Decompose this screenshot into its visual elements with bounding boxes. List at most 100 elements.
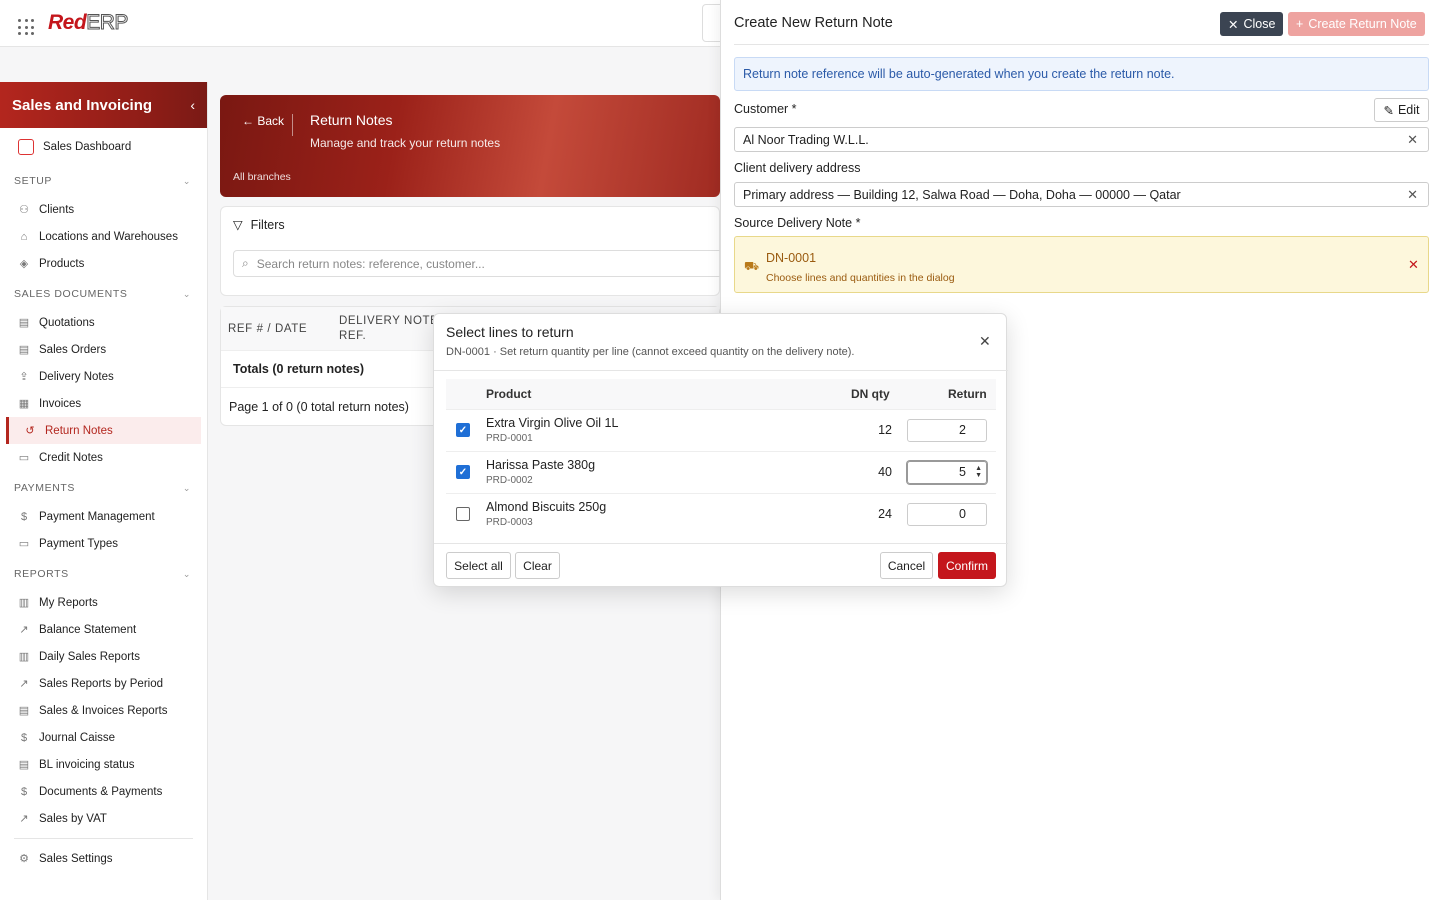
sidebar-item-label: Credit Notes	[39, 451, 103, 464]
search-input[interactable]: ⌕ Search return notes: reference, custome…	[233, 250, 723, 277]
confirm-button[interactable]: Confirm	[938, 552, 996, 579]
sidebar-item-label: Payment Types	[39, 537, 119, 550]
sidebar-item-payment-types[interactable]: ▭ Payment Types	[0, 530, 207, 557]
back-button[interactable]: ← Back	[242, 114, 294, 136]
select-lines-dialog: Select lines to return DN-0001 · Set ret…	[433, 313, 1008, 587]
sidebar-item-journal-caisse[interactable]: $ Journal Caisse	[0, 724, 207, 751]
sidebar-item-sales-by-vat[interactable]: ↗ Sales by VAT	[0, 805, 207, 832]
sidebar-section-sales-documents[interactable]: SALES DOCUMENTS ⌄	[0, 279, 207, 309]
delivery-note-code: DN-0001	[766, 251, 817, 265]
logo[interactable]: RedERP	[48, 11, 129, 35]
return-qty-input[interactable]: 0	[907, 503, 987, 526]
sidebar-item-label: Sales Dashboard	[43, 141, 132, 153]
table-row: ✓ Extra Virgin Olive Oil 1L PRD-0001 12 …	[446, 409, 996, 451]
sidebar-item-daily-sales-reports[interactable]: ▥ Daily Sales Reports	[0, 643, 207, 670]
sidebar-item-sales-dashboard[interactable]: Sales Dashboard	[0, 130, 207, 164]
select-all-button[interactable]: Select all	[446, 552, 511, 579]
sidebar-item-label: Invoices	[39, 397, 82, 410]
sidebar-item-quotations[interactable]: ▤ Quotations	[0, 309, 207, 336]
table-header: Product DN qty Return	[446, 379, 996, 409]
upload-icon: ⇪	[19, 371, 29, 383]
sidebar-section-reports[interactable]: REPORTS ⌄	[0, 559, 207, 589]
product-sku: PRD-0001	[486, 433, 533, 444]
dialog-subtitle: DN-0001 · Set return quantity per line (…	[446, 346, 855, 358]
line-checkbox[interactable]: ✓	[456, 465, 470, 479]
sidebar-section-setup[interactable]: SETUP ⌄	[0, 166, 207, 196]
apps-grid-icon[interactable]	[18, 19, 34, 35]
sidebar-item-return-notes[interactable]: ↺ Return Notes	[6, 417, 201, 444]
remove-delivery-note-icon[interactable]: ✕	[1408, 257, 1419, 273]
sidebar-item-label: Balance Statement	[39, 623, 137, 636]
sidebar-item-sales-settings[interactable]: ⚙ Sales Settings	[0, 845, 207, 872]
filters-label: Filters	[250, 217, 285, 232]
return-qty-input[interactable]: 2	[907, 419, 987, 442]
document-icon: ▤	[18, 317, 30, 329]
column-header-dn-qty: DN qty	[851, 387, 890, 401]
sidebar-item-sales-reports-by-period[interactable]: ↗ Sales Reports by Period	[0, 670, 207, 697]
logo-red: Red	[48, 11, 87, 34]
sidebar-item-bl-invoicing-status[interactable]: ▤ BL invoicing status	[0, 751, 207, 778]
filters-toggle[interactable]: ▽ Filters	[233, 217, 285, 233]
sidebar-item-documents-payments[interactable]: $ Documents & Payments	[0, 778, 207, 805]
sidebar-item-balance-statement[interactable]: ↗ Balance Statement	[0, 616, 207, 643]
section-label: SETUP	[14, 175, 53, 187]
sidebar-item-products[interactable]: ◈ Products	[0, 250, 207, 277]
sidebar-section-payments[interactable]: PAYMENTS ⌄	[0, 473, 207, 503]
trend-icon: ↗	[19, 813, 29, 825]
line-checkbox[interactable]	[456, 507, 470, 521]
column-header-return: Return	[948, 387, 987, 401]
document-icon: ▤	[18, 759, 30, 771]
clear-address-icon[interactable]: ✕	[1407, 187, 1418, 203]
sidebar-item-my-reports[interactable]: ▥ My Reports	[0, 589, 207, 616]
clear-button[interactable]: Clear	[515, 552, 560, 579]
truck-icon: ⛟	[744, 259, 760, 273]
source-delivery-note-label: Source Delivery Note *	[734, 216, 861, 230]
dn-qty: 24	[878, 507, 892, 521]
bar-chart-icon: ▥	[18, 597, 30, 609]
sidebar-item-payment-management[interactable]: $ Payment Management	[0, 503, 207, 530]
edit-customer-button[interactable]: ✎ Edit	[1374, 98, 1429, 122]
source-delivery-note-card[interactable]: ⛟ DN-0001 Choose lines and quantities in…	[734, 236, 1429, 293]
undo-icon: ↺	[25, 425, 35, 437]
sidebar-item-clients[interactable]: ⚇ Clients	[0, 196, 207, 223]
line-checkbox[interactable]: ✓	[456, 423, 470, 437]
trend-icon: ↗	[19, 624, 29, 636]
sidebar-item-invoices[interactable]: ▦ Invoices	[0, 390, 207, 417]
create-return-note-button[interactable]: + Create Return Note	[1288, 12, 1425, 36]
cancel-button[interactable]: Cancel	[880, 552, 933, 579]
address-label: Client delivery address	[734, 161, 861, 175]
sidebar-item-label: Payment Management	[39, 510, 155, 523]
search-placeholder: Search return notes: reference, customer…	[256, 256, 485, 271]
sidebar-item-label: Sales Orders	[39, 343, 107, 356]
column-header[interactable]: REF # / DATE	[221, 323, 339, 335]
sidebar-item-label: My Reports	[39, 596, 98, 609]
branch-selector[interactable]: All branches	[233, 171, 291, 183]
spinner-arrows-icon[interactable]: ▲ ▼	[975, 465, 982, 479]
column-header[interactable]: DELIVERY NOTE REF.	[339, 314, 439, 344]
card-icon: ▭	[18, 538, 30, 550]
delivery-address-field[interactable]: Primary address — Building 12, Salwa Roa…	[734, 182, 1429, 207]
plus-icon: +	[1296, 17, 1304, 31]
edit-label: Edit	[1397, 103, 1420, 117]
close-icon[interactable]: ✕	[979, 333, 991, 350]
sidebar-item-sales-invoices-reports[interactable]: ▤ Sales & Invoices Reports	[0, 697, 207, 724]
package-icon: ◈	[19, 258, 29, 270]
dollar-icon: $	[20, 731, 28, 744]
collapse-chevron-icon[interactable]: ‹	[190, 97, 195, 113]
delivery-note-hint: Choose lines and quantities in the dialo…	[766, 272, 955, 284]
search-icon: ⌕	[242, 256, 249, 270]
sidebar-item-credit-notes[interactable]: ▭ Credit Notes	[0, 444, 207, 471]
close-button[interactable]: ✕ Close	[1220, 12, 1284, 36]
chevron-down-icon: ⌄	[182, 482, 191, 493]
product-name: Almond Biscuits 250g	[486, 500, 607, 514]
page-header-banner: ← Back Return Notes Manage and track you…	[220, 95, 720, 197]
sidebar-item-delivery-notes[interactable]: ⇪ Delivery Notes	[0, 363, 207, 390]
sidebar-item-locations[interactable]: ⌂ Locations and Warehouses	[0, 223, 207, 250]
clear-customer-icon[interactable]: ✕	[1407, 132, 1418, 148]
return-qty-stepper[interactable]: 5 ▲ ▼	[907, 461, 987, 484]
sidebar-item-sales-orders[interactable]: ▤ Sales Orders	[0, 336, 207, 363]
customer-field[interactable]: Al Noor Trading W.L.L. ✕	[734, 127, 1429, 152]
sidebar-item-label: Clients	[39, 203, 75, 216]
drawer-header: Create New Return Note ✕ Close + Create Re…	[734, 0, 1429, 45]
address-value: Primary address — Building 12, Salwa Roa…	[743, 187, 1181, 202]
